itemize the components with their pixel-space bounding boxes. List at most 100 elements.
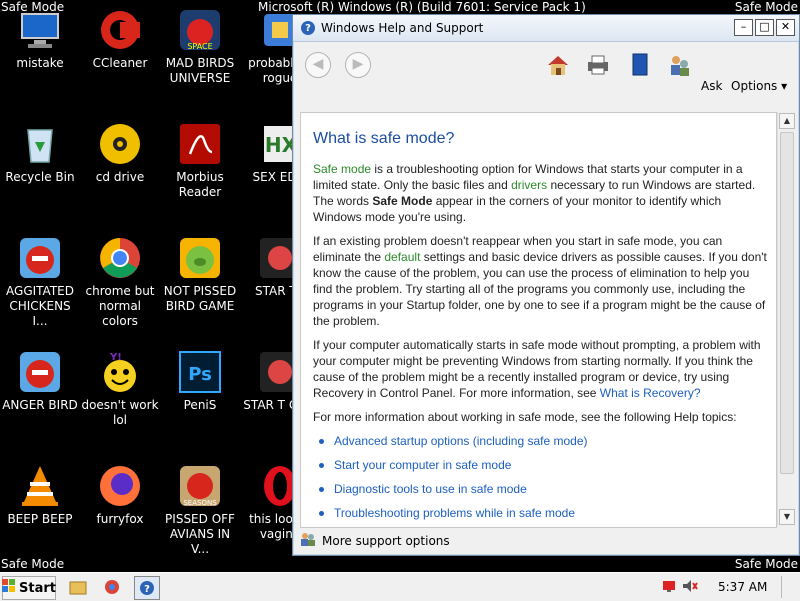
safe-mode-glossary-link[interactable]: Safe mode bbox=[313, 162, 371, 176]
safe-mode-label-top-left: Safe Mode bbox=[1, 0, 65, 14]
ask-label[interactable]: Ask bbox=[701, 79, 722, 93]
help-content-pane[interactable]: What is safe mode? Safe mode is a troubl… bbox=[300, 112, 777, 528]
safe-mode-bold-text: Safe Mode bbox=[372, 194, 433, 208]
desktop-icon-label: chrome but normal colors bbox=[85, 284, 155, 328]
volume-icon[interactable] bbox=[682, 579, 698, 596]
desktop-icon-label: ANGER BIRD bbox=[2, 398, 78, 412]
close-button[interactable]: ✕ bbox=[776, 19, 795, 36]
topic-link-diagnostic-tools[interactable]: Diagnostic tools to use in safe mode bbox=[334, 481, 527, 497]
safe-mode-label-top-right: Safe Mode bbox=[734, 0, 798, 14]
drivers-glossary-link[interactable]: drivers bbox=[511, 178, 547, 192]
scroll-thumb[interactable] bbox=[780, 132, 794, 474]
more-support-options-label: More support options bbox=[322, 534, 450, 548]
minimize-button[interactable]: – bbox=[734, 19, 753, 36]
back-button[interactable]: ◀ bbox=[305, 52, 331, 78]
ccleaner-icon bbox=[98, 8, 142, 52]
topic-link-troubleshooting[interactable]: Troubleshooting problems while in safe m… bbox=[334, 505, 575, 521]
computer-icon bbox=[18, 8, 62, 52]
desktop-icon-mad-birds[interactable]: SPACE MAD BIRDS UNIVERSE bbox=[160, 0, 240, 86]
desktop-icon-label: BEEP BEEP bbox=[7, 512, 73, 526]
chrome-taskbar-icon[interactable] bbox=[100, 576, 124, 598]
angry-birds-icon bbox=[18, 350, 62, 394]
desktop-icon-label: CCleaner bbox=[92, 56, 148, 70]
desktop-icon-ccleaner[interactable]: CCleaner bbox=[80, 0, 160, 71]
desktop-icon-label: Morbius Reader bbox=[176, 170, 224, 199]
show-desktop-button[interactable] bbox=[781, 576, 792, 598]
desktop-icon-label: AGGITATED CHICKENS I... bbox=[6, 284, 74, 328]
topic-link-advanced-startup[interactable]: Advanced startup options (including safe… bbox=[334, 433, 587, 449]
desktop-icon-aggitated-chickens[interactable]: AGGITATED CHICKENS I... bbox=[0, 228, 80, 329]
taskbar: Start ? 5:37 AM bbox=[0, 572, 800, 601]
action-center-icon[interactable] bbox=[662, 579, 676, 596]
more-support-options[interactable]: More support options bbox=[300, 529, 450, 553]
angry-birds-seasons-icon: SEASONS bbox=[178, 464, 222, 508]
desktop-icon-chrome[interactable]: chrome but normal colors bbox=[80, 228, 160, 329]
desktop-icon-photoshop[interactable]: Ps PeniS bbox=[160, 342, 240, 413]
list-item: Diagnostic tools to use in safe mode bbox=[319, 481, 770, 497]
windows-logo-icon bbox=[2, 579, 16, 597]
desktop-icon-yahoo[interactable]: Y! doesn't work lol bbox=[80, 342, 160, 428]
desktop-icon-pissed-off-avians[interactable]: SEASONS PISSED OFF AVIANS IN V... bbox=[160, 456, 240, 557]
desktop-icon-anger-bird[interactable]: ANGER BIRD bbox=[0, 342, 80, 413]
bad-piggies-icon bbox=[178, 236, 222, 280]
pdf-reader-icon bbox=[178, 122, 222, 166]
help-topics-list: Advanced startup options (including safe… bbox=[313, 433, 770, 521]
desktop-icon-morbius-reader[interactable]: Morbius Reader bbox=[160, 114, 240, 200]
forward-button[interactable]: ▶ bbox=[345, 52, 371, 78]
help-toolbar: ◀ ▶ Ask Options ▾ bbox=[293, 42, 799, 133]
desktop-icon-firefox[interactable]: furryfox bbox=[80, 456, 160, 527]
desktop-icon-recycle-bin[interactable]: Recycle Bin bbox=[0, 114, 80, 185]
desktop-icon-label: cd drive bbox=[95, 170, 145, 184]
svg-text:?: ? bbox=[144, 584, 150, 595]
desktop-icon-label: furryfox bbox=[96, 512, 144, 526]
options-label: Options bbox=[731, 79, 778, 93]
list-item: Troubleshooting problems while in safe m… bbox=[319, 505, 770, 521]
firefox-icon bbox=[98, 464, 142, 508]
photoshop-icon: Ps bbox=[178, 350, 222, 394]
safe-mode-label-bottom-right: Safe Mode bbox=[734, 557, 798, 571]
clock[interactable]: 5:37 AM bbox=[718, 580, 767, 594]
svg-text:Y!: Y! bbox=[109, 352, 122, 363]
ask-icon[interactable] bbox=[667, 52, 693, 78]
print-icon[interactable] bbox=[585, 52, 611, 78]
system-tray: 5:37 AM bbox=[662, 575, 792, 599]
build-info-text: Microsoft (R) Windows (R) (Build 7601: S… bbox=[258, 0, 586, 14]
angry-birds-space-icon: SPACE bbox=[178, 8, 222, 52]
desktop-icon-beep-beep[interactable]: BEEP BEEP bbox=[0, 456, 80, 527]
recycle-bin-icon bbox=[18, 122, 62, 166]
maximize-button[interactable]: □ bbox=[755, 19, 774, 36]
angry-birds-icon bbox=[18, 236, 62, 280]
desktop-icon-label: MAD BIRDS UNIVERSE bbox=[165, 56, 235, 85]
vertical-scrollbar[interactable]: ▲ ▼ bbox=[777, 112, 795, 526]
support-people-icon bbox=[300, 531, 316, 551]
yahoo-messenger-icon: Y! bbox=[98, 350, 142, 394]
scroll-up-button[interactable]: ▲ bbox=[779, 113, 795, 129]
desktop-icon-cd-drive[interactable]: cd drive bbox=[80, 114, 160, 185]
cd-icon bbox=[98, 122, 142, 166]
help-window[interactable]: ? Windows Help and Support – □ ✕ ◀ ▶ Ask… bbox=[292, 14, 800, 556]
what-is-recovery-link[interactable]: What is Recovery? bbox=[600, 386, 701, 400]
window-titlebar[interactable]: ? Windows Help and Support – □ ✕ bbox=[293, 15, 799, 42]
list-item: Start your computer in safe mode bbox=[319, 457, 770, 473]
explorer-taskbar-icon[interactable] bbox=[66, 576, 90, 598]
scroll-down-button[interactable]: ▼ bbox=[779, 509, 795, 525]
paragraph-3: If your computer automatically starts in… bbox=[313, 337, 770, 401]
start-button[interactable]: Start bbox=[2, 576, 56, 600]
paragraph-4: For more information about working in sa… bbox=[313, 410, 737, 424]
window-title: Windows Help and Support bbox=[321, 21, 484, 35]
home-icon[interactable] bbox=[545, 52, 571, 78]
chrome-icon bbox=[98, 236, 142, 280]
desktop-icon-not-pissed-bird[interactable]: NOT PISSED BIRD GAME bbox=[160, 228, 240, 314]
desktop-icon-label: doesn't work lol bbox=[81, 398, 159, 427]
bullet-icon bbox=[319, 486, 324, 492]
topic-link-start-safe-mode[interactable]: Start your computer in safe mode bbox=[334, 457, 511, 473]
chevron-down-icon: ▾ bbox=[781, 79, 788, 93]
bullet-icon bbox=[319, 510, 324, 516]
browse-help-icon[interactable] bbox=[627, 52, 653, 78]
start-label: Start bbox=[19, 580, 56, 596]
desktop-icon-label: Recycle Bin bbox=[5, 170, 75, 184]
options-menu[interactable]: Options ▾ bbox=[731, 79, 787, 93]
svg-text:Ps: Ps bbox=[188, 364, 212, 385]
help-taskbar-button[interactable]: ? bbox=[134, 576, 160, 600]
default-glossary-link[interactable]: default bbox=[384, 250, 420, 264]
